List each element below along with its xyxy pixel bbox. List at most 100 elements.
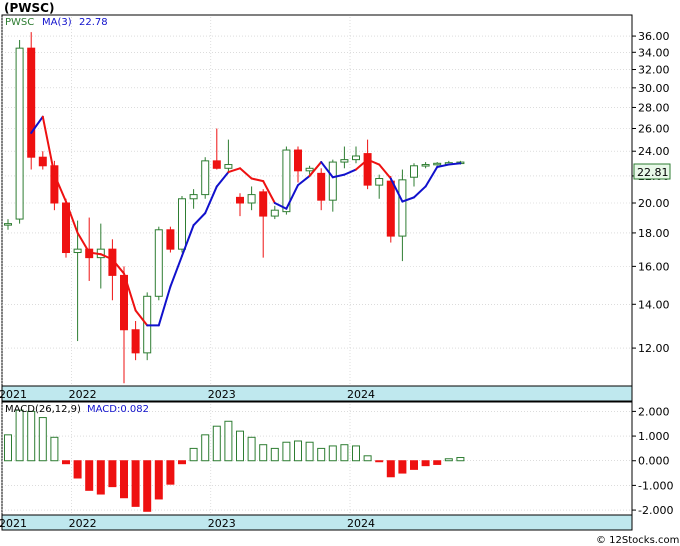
- macd-bar: [352, 445, 360, 462]
- candle-body: [189, 194, 198, 200]
- candle-body: [328, 161, 337, 201]
- macd-bar: [282, 441, 291, 462]
- candle-body: [433, 162, 442, 166]
- macd-bar: [386, 460, 395, 478]
- candle-body: [317, 172, 326, 201]
- macd-bar: [340, 444, 349, 462]
- macd-tick-label: -1.000: [638, 479, 673, 492]
- price-tick-label: 20.00: [638, 197, 670, 210]
- candle-body: [270, 209, 279, 217]
- candle-body: [154, 229, 163, 297]
- macd-y-axis: -2.000 -1.000 0.000 1.000 2.000: [632, 405, 673, 517]
- macd-bar: [85, 460, 94, 491]
- price-x-tick-label: 2023: [208, 388, 236, 401]
- macd-bar: [154, 460, 163, 500]
- macd-bar: [4, 434, 12, 462]
- candle-body: [38, 156, 47, 167]
- price-y-axis: 12.0014.0016.0018.0020.0022.0024.0026.00…: [632, 30, 670, 355]
- legend-ma-value: 22.78: [79, 17, 108, 28]
- macd-bar: [456, 457, 465, 462]
- macd-legend-value: MACD:0.082: [87, 404, 149, 415]
- price-tick-label: 14.00: [638, 298, 670, 311]
- macd-legend-label: MACD(26,12,9): [5, 404, 81, 415]
- candle-body: [363, 153, 372, 186]
- macd-bar: [363, 455, 372, 462]
- macd-tick-label: 1.000: [638, 430, 670, 443]
- macd-bar: [270, 447, 279, 462]
- macd-bar: [421, 460, 430, 467]
- chart-title: (PWSC): [4, 1, 54, 15]
- candle-body: [259, 191, 268, 217]
- price-tick-label: 30.00: [638, 82, 670, 95]
- macd-x-tick-label: 2021: [0, 517, 27, 530]
- candle-body: [131, 329, 140, 354]
- macd-bar: [15, 409, 24, 462]
- macd-x-tick-label: 2023: [208, 517, 236, 530]
- candle-body: [236, 196, 244, 204]
- candle-body: [27, 47, 36, 158]
- macd-panel-frame: [1, 401, 633, 531]
- price-x-tick-label: 2024: [347, 388, 375, 401]
- candle-body: [375, 178, 384, 186]
- macd-x-tick-label: 2022: [69, 517, 97, 530]
- macd-bar: [120, 460, 128, 499]
- price-tick-label: 36.00: [638, 30, 670, 43]
- macd-bar: [62, 460, 70, 465]
- legend-symbol: PWSC: [5, 17, 34, 28]
- candle-body: [294, 149, 302, 172]
- macd-bar: [143, 460, 152, 512]
- watermark: © 12Stocks.com: [596, 535, 679, 546]
- legend-ma-label: MA(3): [42, 17, 72, 28]
- candle-body: [73, 248, 82, 254]
- macd-bar: [444, 458, 453, 462]
- price-x-tick-label: 2021: [0, 388, 27, 401]
- candle-body: [166, 229, 175, 250]
- macd-bar: [108, 460, 117, 488]
- candle-body: [340, 159, 349, 163]
- candle-body: [212, 160, 221, 169]
- price-tick-label: 16.00: [638, 260, 670, 273]
- macd-bar: [247, 436, 256, 462]
- candle-body: [224, 164, 233, 169]
- macd-bar: [328, 445, 337, 462]
- macd-bar: [433, 460, 442, 465]
- price-x-tick-label: 2022: [69, 388, 97, 401]
- price-tick-label: 12.00: [638, 342, 670, 355]
- candle-body: [352, 155, 360, 161]
- candle-body: [410, 165, 418, 178]
- price-tick-label: 26.00: [638, 122, 670, 135]
- price-tick-label: 18.00: [638, 227, 670, 240]
- price-tick-label: 34.00: [638, 46, 670, 59]
- candle-body: [247, 194, 256, 204]
- macd-bar: [294, 440, 302, 462]
- macd-bar: [317, 447, 326, 462]
- candle-body: [305, 167, 314, 172]
- stock-chart: (PWSC) 12.0014.0016.0018.0020.0022.0024.…: [0, 1, 679, 546]
- price-tick-label: 32.00: [638, 64, 670, 77]
- macd-bar: [224, 420, 233, 462]
- candle-body: [398, 179, 407, 237]
- macd-bar: [96, 460, 105, 495]
- candle-body: [421, 164, 430, 167]
- macd-bar: [73, 460, 82, 479]
- macd-bar: [131, 460, 140, 507]
- macd-bar: [27, 410, 36, 462]
- last-price-label: 22.81: [637, 166, 669, 179]
- macd-tick-label: 2.000: [638, 405, 670, 418]
- macd-bar: [398, 460, 407, 474]
- macd-tick-label: 0.000: [638, 455, 670, 468]
- price-panel-frame: [1, 14, 633, 402]
- macd-bar: [50, 436, 59, 462]
- macd-bar: [212, 425, 221, 462]
- candle-body: [201, 160, 210, 196]
- macd-bar: [259, 444, 268, 462]
- candle-body: [386, 180, 395, 237]
- price-tick-label: 24.00: [638, 145, 670, 158]
- macd-bar: [166, 460, 175, 485]
- macd-bar: [410, 460, 418, 470]
- ma-segment: [447, 162, 462, 166]
- macd-bar: [201, 434, 210, 462]
- macd-tick-label: -2.000: [638, 504, 673, 517]
- macd-x-tick-label: 2024: [347, 517, 375, 530]
- candle-body: [178, 198, 186, 250]
